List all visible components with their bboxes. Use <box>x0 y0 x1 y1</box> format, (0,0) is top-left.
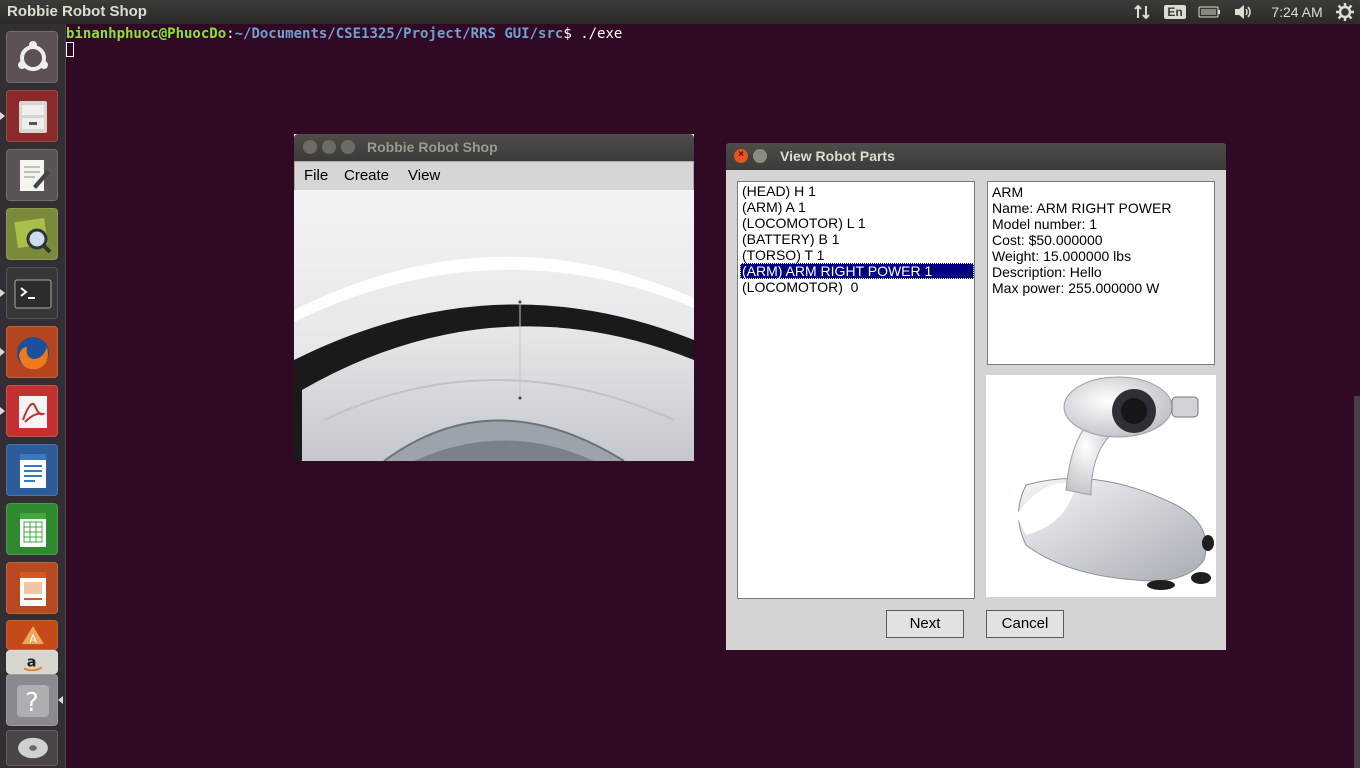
terminal-command: ./exe <box>580 26 623 42</box>
detail-max-power: Max power: 255.000000 W <box>992 280 1160 296</box>
part-details-box: ARM Name: ARM RIGHT POWER Model number: … <box>987 181 1215 365</box>
detail-weight: Weight: 15.000000 lbs <box>992 248 1132 264</box>
cancel-button[interactable]: Cancel <box>986 610 1064 638</box>
launcher-arrow <box>58 696 63 704</box>
maximize-icon[interactable] <box>341 140 355 154</box>
detail-type: ARM <box>992 184 1024 200</box>
minimize-icon[interactable] <box>322 140 336 154</box>
network-icon[interactable] <box>1130 0 1154 24</box>
launcher-software-center[interactable]: A <box>6 620 58 650</box>
launcher-amazon[interactable]: a <box>6 650 58 674</box>
launcher-image-viewer[interactable] <box>6 208 58 260</box>
terminal-scrollbar[interactable] <box>1354 396 1360 768</box>
terminal-separator: : <box>226 26 235 42</box>
parts-list[interactable]: (HEAD) H 1 (ARM) A 1 (LOCOMOTOR) L 1 (BA… <box>737 181 975 599</box>
writer-icon <box>20 454 46 488</box>
close-icon[interactable]: × <box>734 149 748 163</box>
minimize-icon[interactable] <box>753 149 767 163</box>
amazon-icon: a <box>23 655 43 671</box>
window-title: Robbie Robot Shop <box>367 139 498 155</box>
launcher-terminal[interactable] <box>6 267 58 319</box>
running-indicator <box>0 348 5 356</box>
gear-icon[interactable] <box>1334 0 1356 24</box>
list-item[interactable]: (HEAD) H 1 <box>740 183 974 199</box>
robot-image <box>294 190 694 461</box>
launcher-impress[interactable] <box>6 562 58 614</box>
view-robot-parts-window: × View Robot Parts (HEAD) H 1 (ARM) A 1 … <box>726 143 1226 650</box>
detail-description: Description: Hello <box>992 264 1102 280</box>
running-indicator <box>0 112 5 120</box>
close-icon[interactable] <box>303 140 317 154</box>
keyboard-layout-indicator[interactable]: En <box>1164 0 1186 24</box>
list-item-selected[interactable]: (ARM) ARM RIGHT POWER 1 <box>740 263 974 279</box>
file-cabinet-icon <box>19 101 47 133</box>
svg-text:A: A <box>29 632 37 645</box>
terminal-path: ~/Documents/CSE1325/Project/RRS GUI/src <box>234 26 564 42</box>
terminal-user-host: binanhphuoc@PhuocDo <box>66 26 227 42</box>
menu-view[interactable]: View <box>408 167 440 184</box>
help-icon: ? <box>17 685 49 718</box>
terminal-output: binanhphuoc@PhuocDo:~/Documents/CSE1325/… <box>66 26 622 42</box>
clock[interactable]: 7:24 AM <box>1266 0 1328 24</box>
top-panel: Robbie Robot Shop En 7:24 AM <box>0 0 1360 24</box>
image-viewer-icon <box>14 218 52 254</box>
svg-text:?: ? <box>25 688 39 718</box>
running-indicator <box>0 407 5 415</box>
launcher-writer[interactable] <box>6 444 58 496</box>
menu-bar: File Create View <box>294 161 694 191</box>
list-item[interactable]: (LOCOMOTOR) L 1 <box>740 215 974 231</box>
ubuntu-dash-button[interactable] <box>6 31 58 83</box>
list-item[interactable]: (ARM) A 1 <box>740 199 974 215</box>
menu-file[interactable]: File <box>304 167 328 184</box>
list-item[interactable]: (BATTERY) B 1 <box>740 231 974 247</box>
launcher-help[interactable]: ? <box>6 674 58 726</box>
battery-icon[interactable] <box>1196 0 1224 24</box>
software-center-icon: A <box>22 625 44 645</box>
launcher-disc[interactable] <box>6 730 58 766</box>
spreadsheet-icon <box>20 513 46 547</box>
app-title: Robbie Robot Shop <box>7 3 147 20</box>
firefox-icon <box>17 337 49 370</box>
launcher-text-editor[interactable] <box>6 149 58 201</box>
running-indicator <box>0 289 5 297</box>
launcher-document-viewer[interactable] <box>6 385 58 437</box>
keyboard-layout-label: En <box>1164 5 1186 19</box>
launcher: A a ? <box>0 24 66 768</box>
menu-create[interactable]: Create <box>344 167 389 184</box>
launcher-firefox[interactable] <box>6 326 58 378</box>
pdf-reader-icon <box>19 396 47 428</box>
terminal-prompt: $ <box>563 26 581 42</box>
list-item[interactable]: (LOCOMOTOR) 0 <box>740 279 974 295</box>
detail-cost: Cost: $50.000000 <box>992 232 1103 248</box>
robbie-robot-shop-window: Robbie Robot Shop File Create View <box>294 134 694 461</box>
window-title: View Robot Parts <box>780 148 895 164</box>
robot-arm-image <box>986 375 1216 597</box>
terminal-cursor <box>66 42 74 57</box>
detail-name: Name: ARM RIGHT POWER <box>992 200 1172 216</box>
launcher-calc[interactable] <box>6 503 58 555</box>
text-editor-icon <box>20 160 50 191</box>
window-titlebar[interactable]: Robbie Robot Shop <box>294 134 694 161</box>
terminal-icon <box>14 279 52 309</box>
window-titlebar[interactable]: × View Robot Parts <box>726 143 1226 170</box>
ubuntu-logo-icon <box>18 41 48 71</box>
detail-model-number: Model number: 1 <box>992 216 1098 232</box>
presentation-icon <box>20 572 46 606</box>
svg-text:a: a <box>27 655 37 671</box>
list-item[interactable]: (TORSO) T 1 <box>740 247 974 263</box>
launcher-files[interactable] <box>6 90 58 142</box>
volume-icon[interactable] <box>1232 0 1254 24</box>
next-button[interactable]: Next <box>886 610 964 638</box>
disc-icon <box>18 737 48 759</box>
